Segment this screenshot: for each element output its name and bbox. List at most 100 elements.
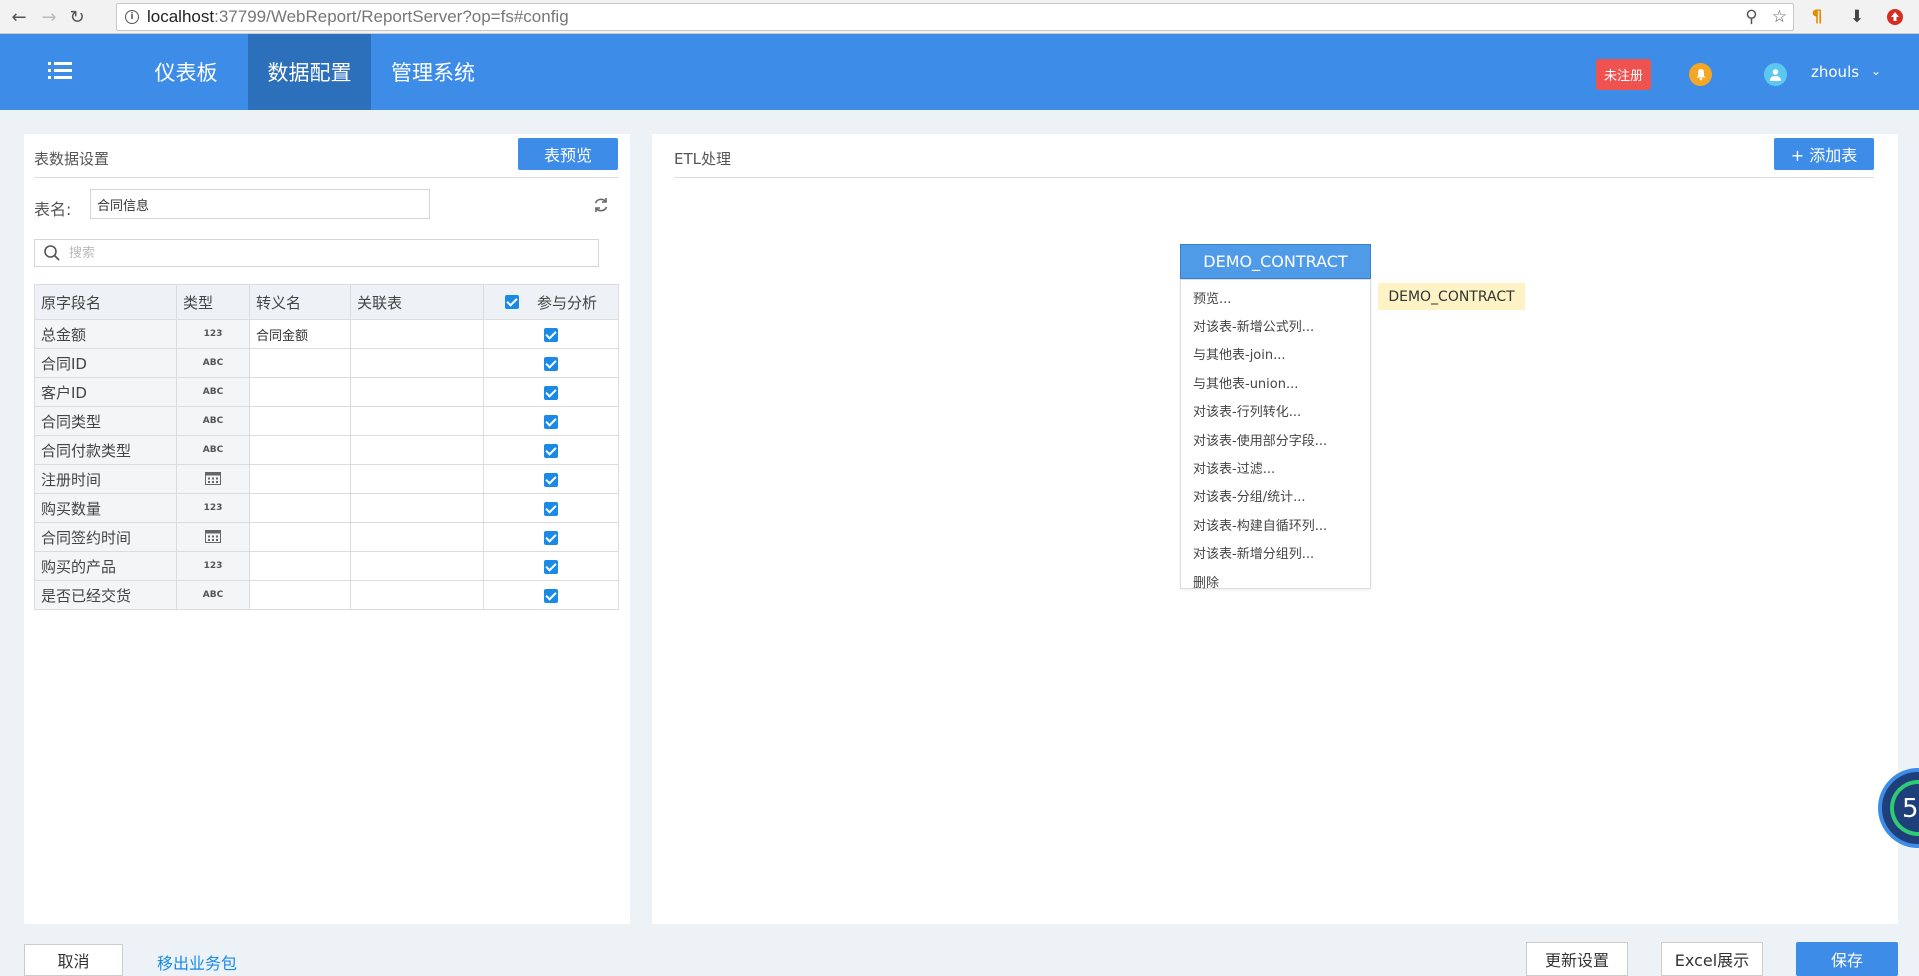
table-preview-button[interactable]: 表预览 — [518, 138, 618, 170]
context-menu-item[interactable]: 与其他表-union... — [1181, 368, 1370, 396]
context-menu-item[interactable]: 对该表-分组/统计... — [1181, 482, 1370, 510]
field-alias-cell[interactable] — [249, 493, 351, 523]
select-all-checkbox[interactable] — [504, 295, 519, 309]
back-icon[interactable]: ← — [6, 4, 32, 30]
context-menu-item[interactable]: 删除 — [1181, 567, 1370, 595]
download-icon[interactable]: ⬇ — [1846, 6, 1868, 28]
node-tooltip: DEMO_CONTRACT — [1378, 283, 1525, 310]
context-menu-item[interactable]: 对该表-使用部分字段... — [1181, 425, 1370, 453]
table-row[interactable]: 合同ID ABC — [34, 348, 619, 378]
etl-table-node[interactable]: DEMO_CONTRACT — [1180, 244, 1371, 279]
username[interactable]: zhouls — [1811, 63, 1859, 81]
table-row[interactable]: 是否已经交货 ABC — [34, 580, 619, 610]
field-original-name: 是否已经交货 — [34, 580, 177, 610]
bookmark-star-icon[interactable]: ☆ — [1772, 7, 1787, 27]
move-out-package-link[interactable]: 移出业务包 — [157, 950, 237, 974]
type-text-icon: ABC — [176, 377, 250, 407]
tab-dashboard[interactable]: 仪表板 — [136, 34, 236, 110]
field-alias-cell[interactable] — [249, 435, 351, 465]
table-row[interactable]: 购买数量 123 — [34, 493, 619, 523]
field-relation-cell[interactable] — [350, 435, 484, 465]
context-menu-item[interactable]: 对该表-行列转化... — [1181, 397, 1370, 425]
reload-icon[interactable]: ↻ — [64, 4, 90, 30]
field-alias-cell[interactable] — [249, 348, 351, 378]
site-info-icon[interactable]: i — [125, 10, 139, 24]
table-row[interactable]: 合同付款类型 ABC — [34, 435, 619, 465]
table-row[interactable]: 合同类型 ABC — [34, 406, 619, 436]
cancel-button[interactable]: 取消 — [24, 944, 123, 976]
field-relation-cell[interactable] — [350, 551, 484, 581]
tab-data-config[interactable]: 数据配置 — [248, 34, 371, 110]
context-menu-item[interactable]: 预览... — [1181, 283, 1370, 311]
field-alias-cell[interactable]: 合同金额 — [249, 319, 351, 349]
field-relation-cell[interactable] — [350, 348, 484, 378]
context-menu-item[interactable]: 与其他表-join... — [1181, 340, 1370, 368]
table-row[interactable]: 客户ID ABC — [34, 377, 619, 407]
address-bar[interactable]: i localhost:37799/WebReport/ReportServer… — [116, 3, 1794, 31]
field-relation-cell[interactable] — [350, 464, 484, 494]
field-relation-cell[interactable] — [350, 522, 484, 552]
context-menu-item[interactable]: 对该表-新增分组列... — [1181, 539, 1370, 567]
field-relation-cell[interactable] — [350, 580, 484, 610]
field-relation-cell[interactable] — [350, 377, 484, 407]
field-relation-cell[interactable] — [350, 493, 484, 523]
table-row[interactable]: 注册时间 — [34, 464, 619, 494]
field-original-name: 购买的产品 — [34, 551, 177, 581]
analysis-checkbox[interactable] — [544, 559, 558, 574]
refresh-icon[interactable] — [592, 196, 610, 214]
table-header-row: 原字段名 类型 转义名 关联表 参与分析 — [34, 284, 619, 320]
field-alias-cell[interactable] — [249, 406, 351, 436]
add-table-button[interactable]: + 添加表 — [1774, 138, 1874, 170]
field-original-name: 注册时间 — [34, 464, 177, 494]
field-alias-cell[interactable] — [249, 464, 351, 494]
context-menu-item[interactable]: 对该表-新增公式列... — [1181, 311, 1370, 339]
column-header-original-name: 原字段名 — [34, 284, 177, 320]
update-settings-button[interactable]: 更新设置 — [1526, 942, 1628, 976]
analysis-checkbox-cell — [483, 551, 619, 581]
context-menu-item[interactable]: 对该表-过滤... — [1181, 453, 1370, 481]
analysis-checkbox[interactable] — [544, 385, 558, 400]
save-button[interactable]: 保存 — [1796, 942, 1898, 976]
bell-icon[interactable] — [1689, 63, 1712, 86]
zoom-icon[interactable]: ⚲ — [1745, 7, 1757, 27]
table-row[interactable]: 合同签约时间 — [34, 522, 619, 552]
analysis-checkbox[interactable] — [544, 356, 558, 371]
analysis-checkbox[interactable] — [544, 414, 558, 429]
extension-red-icon[interactable] — [1884, 6, 1906, 28]
field-alias-cell[interactable] — [249, 377, 351, 407]
table-data-settings-panel: 表数据设置 表预览 表名: 原字段名 类型 转义名 关联表 参与分析 总金额12… — [24, 134, 630, 924]
analysis-checkbox[interactable] — [544, 327, 558, 342]
type-number-icon: 123 — [176, 493, 250, 523]
analysis-checkbox[interactable] — [544, 472, 558, 487]
chevron-down-icon[interactable]: ⌄ — [1871, 64, 1881, 78]
excel-display-button[interactable]: Excel展示 — [1661, 942, 1763, 976]
field-alias-cell[interactable] — [249, 580, 351, 610]
table-name-label: 表名: — [34, 200, 72, 219]
analysis-checkbox-cell — [483, 377, 619, 407]
field-alias-cell[interactable] — [249, 551, 351, 581]
forward-icon[interactable]: → — [36, 4, 62, 30]
analysis-label: 参与分析 — [536, 293, 597, 312]
avatar[interactable] — [1764, 63, 1787, 86]
analysis-checkbox[interactable] — [544, 530, 558, 545]
context-menu-item[interactable]: 对该表-构建自循环列... — [1181, 510, 1370, 538]
field-alias-cell[interactable] — [249, 522, 351, 552]
unregistered-badge[interactable]: 未注册 — [1596, 59, 1651, 90]
field-relation-cell[interactable] — [350, 319, 484, 349]
search-field[interactable] — [34, 239, 599, 267]
type-text-icon: ABC — [176, 348, 250, 378]
table-row[interactable]: 总金额 123 合同金额 — [34, 319, 619, 349]
analysis-checkbox[interactable] — [544, 501, 558, 516]
table-row[interactable]: 购买的产品 123 — [34, 551, 619, 581]
analysis-checkbox[interactable] — [544, 443, 558, 458]
app-header: 仪表板 数据配置 管理系统 未注册 zhouls ⌄ — [0, 34, 1919, 110]
analysis-checkbox[interactable] — [544, 588, 558, 603]
tab-management[interactable]: 管理系统 — [383, 34, 483, 110]
search-input[interactable] — [69, 244, 569, 262]
field-relation-cell[interactable] — [350, 406, 484, 436]
table-name-input[interactable] — [90, 189, 430, 219]
address-url[interactable]: localhost:37799/WebReport/ReportServer?o… — [147, 7, 569, 27]
extension-pilcrow-icon[interactable]: ¶ — [1806, 6, 1828, 28]
menu-list-icon[interactable] — [48, 60, 72, 82]
type-number-icon: 123 — [176, 551, 250, 581]
